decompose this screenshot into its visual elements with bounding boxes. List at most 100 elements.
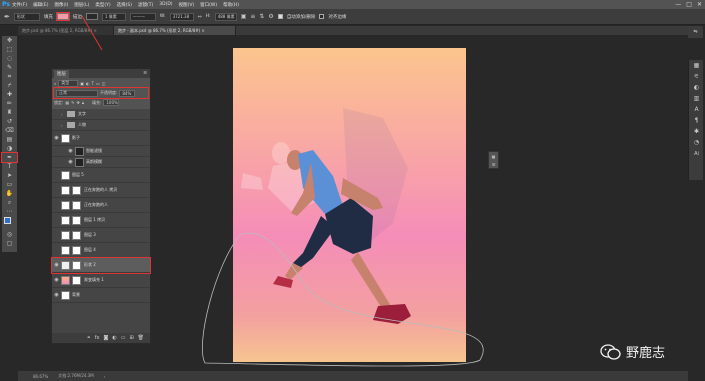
move-tool-icon[interactable]: ✥ [2, 36, 17, 45]
layer-mask-thumbnail[interactable] [72, 230, 81, 240]
layer-row[interactable]: › 文字 [52, 109, 150, 120]
layer-row[interactable]: ◉ 形状 2 [51, 257, 151, 274]
layer-row[interactable]: 图层 4 [52, 243, 150, 258]
gradient-tool-icon[interactable]: ▤ [2, 135, 17, 144]
layer-mask-thumbnail[interactable] [72, 245, 81, 255]
layers-mini-icon[interactable]: ☰ [492, 162, 496, 167]
layer-mask-thumbnail[interactable] [72, 260, 81, 270]
healing-brush-icon[interactable]: ✚ [2, 90, 17, 99]
layer-thumbnail[interactable] [61, 170, 70, 180]
zoom-tool-icon[interactable]: ⌕ [2, 198, 17, 207]
filter-shape-icon[interactable]: ▭ [96, 81, 100, 86]
visibility-eye-icon[interactable]: ◉ [52, 135, 61, 141]
filter-select[interactable]: 类型 [58, 79, 79, 87]
path-ops-icon[interactable]: ▣ [241, 13, 247, 20]
blend-mode-select[interactable]: 正常 [56, 89, 98, 97]
mask-icon[interactable]: ◙ [103, 335, 108, 341]
visibility-eye-icon[interactable]: ◉ [52, 262, 61, 268]
screen-mode-icon[interactable]: ▢ [2, 239, 17, 248]
close-button[interactable]: ✕ [697, 1, 702, 8]
width-field[interactable]: 3721.38 [169, 12, 194, 21]
crop-tool-icon[interactable]: ⌗ [2, 72, 17, 81]
history-brush-icon[interactable]: ↺ [2, 117, 17, 126]
visibility-eye-icon[interactable]: ◉ [66, 148, 75, 154]
more-tools-icon[interactable]: ⋯ [2, 207, 17, 216]
pen-tool-icon[interactable]: ✒ [1, 152, 18, 163]
panel-toggle-icon[interactable]: ⇋ [688, 26, 703, 38]
lock-move-icon[interactable]: ✥ [77, 100, 80, 105]
visibility-eye-icon[interactable]: ◉ [66, 159, 75, 165]
layer-thumbnail[interactable] [61, 200, 70, 210]
layer-name[interactable]: 图层 3 [84, 232, 96, 238]
stamp-tool-icon[interactable]: ♜ [2, 108, 17, 117]
layer-thumbnail[interactable] [61, 275, 70, 285]
eyedropper-icon[interactable]: ⌿ [2, 81, 17, 90]
arrange-icon[interactable]: ⇅ [259, 13, 264, 20]
layer-name[interactable]: 正在奔跑的人 拷贝 [84, 187, 117, 193]
layers-tab[interactable]: 图层 [54, 69, 69, 78]
quick-mask-icon[interactable]: ◎ [2, 230, 17, 239]
settings-icon[interactable]: ⚙ [268, 13, 273, 20]
height-field[interactable]: 488 像素 [214, 12, 237, 21]
lock-pixels-icon[interactable]: ▦ [65, 100, 69, 105]
filter-pixel-icon[interactable]: ▣ [80, 81, 84, 86]
layer-name[interactable]: 背景 [72, 292, 80, 298]
visibility-eye-icon[interactable]: ◉ [52, 277, 61, 283]
layer-mask-thumbnail[interactable] [72, 200, 81, 210]
layer-thumbnail[interactable] [61, 245, 70, 255]
fill-swatch[interactable] [55, 12, 70, 21]
maximize-button[interactable]: □ [686, 1, 692, 8]
layer-name[interactable]: 文字 [78, 111, 86, 117]
lock-all-icon[interactable]: 🔒︎ [82, 100, 84, 105]
menu-item-10[interactable]: 帮助(H) [223, 2, 239, 8]
layer-row[interactable]: ◉ 渐变填充 1 [52, 273, 150, 288]
layer-row[interactable]: ◉ 影子 [52, 131, 150, 146]
brush-preset-icon[interactable]: ✱ [689, 126, 704, 137]
folder-icon[interactable]: ▭ [121, 335, 126, 341]
hand-tool-icon[interactable]: ✋ [2, 189, 17, 198]
filter-smart-icon[interactable]: ◫ [102, 81, 106, 86]
layer-thumbnail[interactable] [61, 185, 70, 195]
menu-item-0[interactable]: 文件(F) [12, 2, 27, 8]
menu-item-4[interactable]: 类型(Y) [95, 2, 110, 8]
layer-thumbnail[interactable] [61, 260, 70, 270]
layer-row[interactable]: 图层 5 [52, 168, 150, 183]
layer-row[interactable]: ◉ 智能滤镜 [52, 146, 150, 157]
layer-name[interactable]: 图层 5 [72, 172, 84, 178]
adjust-icon[interactable]: ◐ [689, 82, 704, 93]
info-icon[interactable]: ◔ [689, 137, 704, 148]
tab-document-2[interactable]: 跑步 - 副本.psd @ 86.7% (形状 2, RGB/8#) × [114, 26, 236, 35]
history-icon[interactable]: ▦ [689, 60, 704, 71]
dodge-tool-icon[interactable]: ◑ [2, 144, 17, 153]
pen-tool-icon[interactable]: ✒ [4, 13, 10, 21]
menu-item-2[interactable]: 图像(I) [54, 2, 68, 8]
paragraph-icon[interactable]: ¶ [689, 115, 704, 126]
layer-name[interactable]: 正在奔跑的人 [84, 202, 108, 208]
type-tool-icon[interactable]: T [2, 162, 17, 171]
menu-item-6[interactable]: 滤镜(T) [138, 2, 153, 8]
menu-item-7[interactable]: 3D(D) [159, 2, 172, 8]
layer-row[interactable]: › 人物 [52, 120, 150, 131]
layer-name[interactable]: 影子 [72, 135, 80, 141]
layer-row[interactable]: 正在奔跑的人 [52, 198, 150, 213]
filter-type-icon[interactable]: T [92, 81, 94, 86]
minimize-button[interactable]: — [675, 1, 681, 8]
layer-mask-thumbnail[interactable] [72, 275, 81, 285]
layer-row[interactable]: ◉ 背景 [52, 288, 150, 303]
auto-add-checkbox[interactable] [277, 14, 283, 19]
link-icon[interactable]: ⇔ [198, 14, 202, 20]
lasso-tool-icon[interactable]: ◌ [2, 54, 17, 63]
zoom-level[interactable]: 86.67% [33, 374, 48, 379]
character-icon[interactable]: A [689, 104, 704, 115]
adjustment-icon[interactable]: ◐ [112, 335, 116, 341]
filter-adjust-icon[interactable]: ◐ [86, 81, 90, 86]
quick-select-icon[interactable]: ✎ [2, 63, 17, 72]
opacity-field[interactable]: 84% [119, 89, 136, 97]
layer-mask-thumbnail[interactable] [72, 215, 81, 225]
layer-name[interactable]: 渐变填充 1 [84, 277, 104, 283]
swatches-icon[interactable]: ▥ [689, 93, 704, 104]
fill-field[interactable]: 100% [103, 99, 120, 106]
lock-paint-icon[interactable]: ✎ [71, 100, 74, 105]
eraser-tool-icon[interactable]: ⌫ [2, 126, 17, 135]
menu-item-3[interactable]: 图层(L) [74, 2, 89, 8]
